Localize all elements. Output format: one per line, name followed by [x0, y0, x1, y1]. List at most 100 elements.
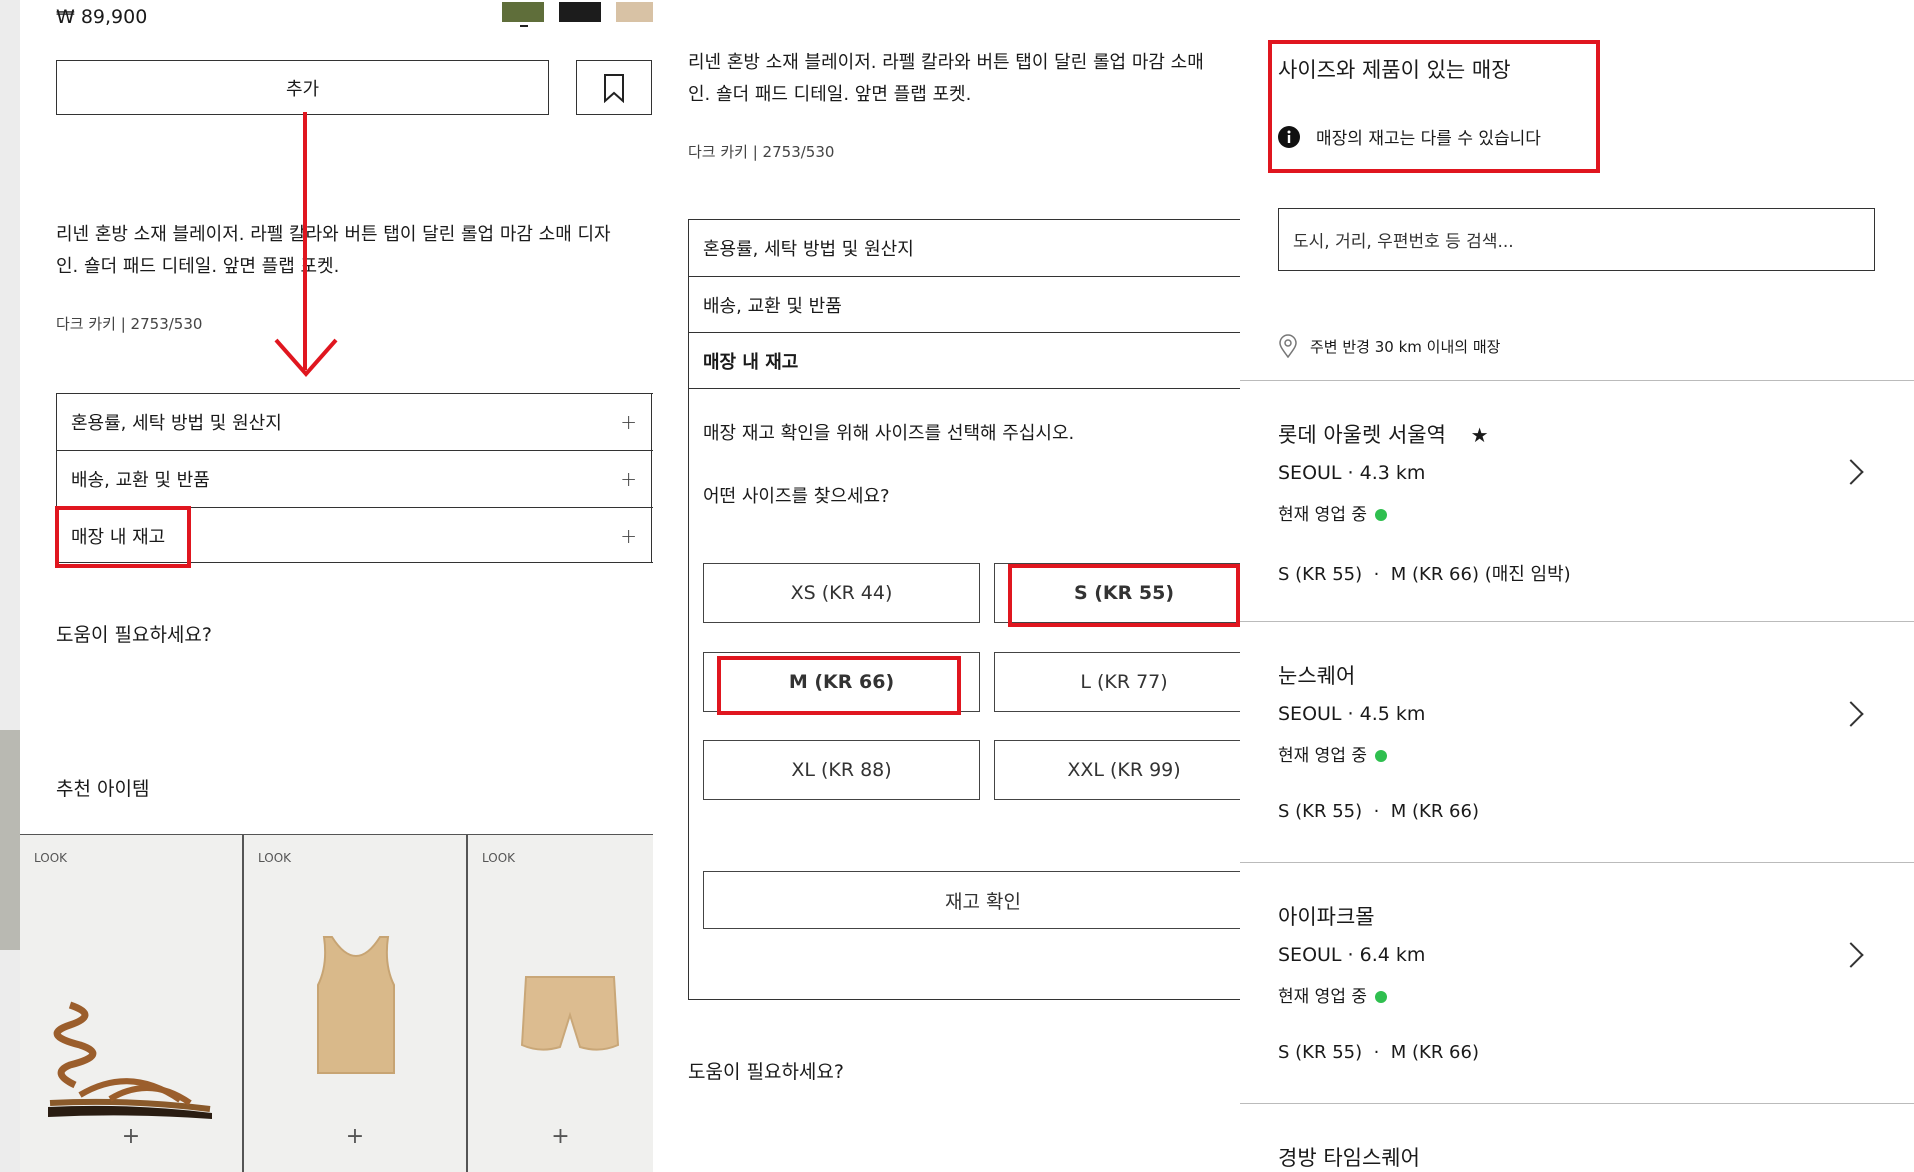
swatch-black[interactable]	[559, 2, 601, 22]
bookmark-button[interactable]	[576, 60, 652, 115]
plus-icon[interactable]: +	[551, 1124, 569, 1149]
size-xxl-button[interactable]: XXL (KR 99)	[994, 740, 1240, 800]
size-instruction: 매장 재고 확인을 위해 사이즈를 선택해 주십시오.	[703, 423, 1075, 444]
store-search-input[interactable]: 도시, 거리, 우편번호 등 검색...	[1278, 208, 1875, 271]
plus-icon: +	[620, 523, 637, 548]
card-look-label: LOOK	[482, 851, 516, 865]
store-open-row: 현재 영업 중	[1278, 741, 1388, 766]
accordion-store-stock-label: 매장 내 재고	[703, 351, 799, 373]
store-stock-divider	[689, 388, 1240, 389]
size-m-button[interactable]: M (KR 66)	[703, 652, 980, 712]
card-look-label: LOOK	[34, 851, 68, 865]
open-status-dot-icon	[1375, 991, 1388, 1003]
color-code: 다크 카키 | 2753/530	[688, 143, 835, 161]
size-xs-label: XS (KR 44)	[790, 582, 893, 604]
chevron-right-icon	[1838, 942, 1864, 968]
description-line-2: 인. 숄더 패드 디테일. 앞면 플랩 포켓.	[56, 256, 340, 277]
bookmark-icon	[604, 73, 624, 103]
open-label: 현재 영업 중	[1278, 505, 1368, 525]
accordion-right-border	[651, 393, 653, 563]
arrow-head-icon	[274, 338, 338, 378]
accordion-bottom-border	[689, 999, 1240, 1000]
size-s-label: S (KR 55)	[1073, 582, 1175, 604]
left-panel: ₩ 89,900 추가 리넨 혼방 소재 블레이저. 라펠 칼라와 버튼 탭이 …	[20, 0, 653, 1172]
store-search-placeholder: 도시, 거리, 우편번호 등 검색...	[1293, 232, 1514, 252]
size-l-label: L (KR 77)	[1080, 671, 1168, 693]
accordion-store-stock-label: 매장 내 재고	[71, 526, 166, 548]
plus-icon[interactable]: +	[122, 1124, 140, 1149]
store-item[interactable]: 경방 타임스퀘어	[1240, 1104, 1914, 1172]
size-m-label: M (KR 66)	[788, 671, 895, 693]
accordion-composition[interactable]: 혼용률, 세탁 방법 및 원산지	[689, 219, 1240, 276]
description-line-1: 리넨 혼방 소재 블레이저. 라펠 칼라와 버튼 탭이 달린 롤업 마감 소매	[688, 52, 1204, 73]
open-label: 현재 영업 중	[1278, 746, 1368, 766]
sandal-icon	[48, 1001, 212, 1119]
left-gray-strip-dark	[0, 730, 20, 950]
recommended-grid: LOOK + LOOK + LOOK +	[20, 834, 653, 1172]
store-name-row: 롯데 아울렛 서울역 ★	[1278, 419, 1489, 449]
arrow-line	[303, 112, 307, 370]
description-line-1: 리넨 혼방 소재 블레이저. 라펠 칼라와 버튼 탭이 달린 롤업 마감 소매 …	[56, 224, 611, 245]
size-question: 어떤 사이즈를 찾으세요?	[703, 486, 890, 507]
color-code: 다크 카키 | 2753/530	[56, 315, 203, 333]
store-name: 경방 타임스퀘어	[1278, 1146, 1420, 1170]
product-card-tank-top[interactable]: LOOK +	[244, 835, 466, 1172]
plus-icon: +	[620, 410, 637, 434]
add-button[interactable]: 추가	[56, 60, 549, 115]
chevron-right-icon	[1838, 701, 1864, 727]
store-sizes: S (KR 55) · M (KR 66)	[1278, 1042, 1479, 1063]
check-stock-button[interactable]: 재고 확인	[703, 871, 1240, 929]
accordion-composition-label: 혼용률, 세탁 방법 및 원산지	[703, 239, 914, 260]
accordion-shipping[interactable]: 배송, 교환 및 반품	[689, 276, 1240, 332]
accordion-shipping-label: 배송, 교환 및 반품	[71, 470, 210, 491]
product-card-shorts[interactable]: LOOK +	[468, 835, 653, 1172]
accordion-shipping[interactable]: 배송, 교환 및 반품 +	[57, 450, 653, 507]
size-xxl-label: XXL (KR 99)	[1067, 759, 1181, 781]
notice-text: 매장의 재고는 다를 수 있습니다	[1316, 129, 1541, 149]
store-name: 롯데 아울렛 서울역	[1278, 423, 1446, 447]
stores-title: 사이즈와 제품이 있는 매장	[1278, 58, 1511, 82]
store-city: SEOUL · 4.3 km	[1278, 462, 1426, 484]
size-xl-label: XL (KR 88)	[791, 759, 892, 781]
product-card-sandal[interactable]: LOOK +	[20, 835, 242, 1172]
accordion-composition[interactable]: 혼용률, 세탁 방법 및 원산지 +	[57, 393, 653, 450]
swatch-khaki-underline	[520, 25, 528, 27]
accordion: 혼용률, 세탁 방법 및 원산지 배송, 교환 및 반품 매장 내 재고 매장 …	[688, 219, 1240, 1000]
add-button-label: 추가	[285, 78, 320, 100]
store-open-row: 현재 영업 중	[1278, 500, 1388, 525]
size-s-button[interactable]: S (KR 55)	[994, 563, 1240, 623]
plus-icon[interactable]: +	[346, 1124, 364, 1149]
store-sizes: S (KR 55) · M (KR 66) (매진 임박)	[1278, 564, 1571, 585]
middle-panel: 리넨 혼방 소재 블레이저. 라펠 칼라와 버튼 탭이 달린 롤업 마감 소매 …	[688, 0, 1240, 1172]
check-stock-label: 재고 확인	[945, 890, 1021, 913]
location-pin-icon	[1279, 334, 1297, 358]
help-text[interactable]: 도움이 필요하세요?	[56, 620, 212, 647]
size-xl-button[interactable]: XL (KR 88)	[703, 740, 980, 800]
description-line-2: 인. 숄더 패드 디테일. 앞면 플랩 포켓.	[688, 84, 972, 105]
store-city: SEOUL · 6.4 km	[1278, 944, 1426, 966]
size-xs-button[interactable]: XS (KR 44)	[703, 563, 980, 623]
open-label: 현재 영업 중	[1278, 987, 1368, 1007]
store-item[interactable]: 눈스퀘어 SEOUL · 4.5 km 현재 영업 중 S (KR 55) · …	[1240, 622, 1914, 862]
accordion-composition-label: 혼용률, 세탁 방법 및 원산지	[71, 413, 282, 434]
store-item[interactable]: 아이파크몰 SEOUL · 6.4 km 현재 영업 중 S (KR 55) ·…	[1240, 863, 1914, 1103]
store-open-row: 현재 영업 중	[1278, 982, 1388, 1007]
store-city: SEOUL · 4.5 km	[1278, 703, 1426, 725]
accordion-store-stock[interactable]: 매장 내 재고	[689, 332, 1240, 388]
store-item[interactable]: 롯데 아울렛 서울역 ★ SEOUL · 4.3 km 현재 영업 중 S (K…	[1240, 381, 1914, 621]
size-l-button[interactable]: L (KR 77)	[994, 652, 1240, 712]
tank-top-icon	[317, 936, 395, 1074]
help-text[interactable]: 도움이 필요하세요?	[688, 1057, 844, 1084]
price: ₩ 89,900	[56, 6, 148, 28]
swatch-beige[interactable]	[616, 2, 653, 22]
swatch-khaki[interactable]	[502, 2, 544, 22]
star-icon: ★	[1470, 423, 1489, 447]
right-panel: 사이즈와 제품이 있는 매장 매장의 재고는 다를 수 있습니다 도시, 거리,…	[1240, 0, 1914, 1172]
plus-icon: +	[620, 467, 637, 491]
radius-text: 주변 반경 30 km 이내의 매장	[1310, 337, 1501, 356]
store-name: 눈스퀘어	[1278, 664, 1356, 688]
radius-row: 주변 반경 30 km 이내의 매장	[1278, 334, 1500, 358]
accordion-store-stock[interactable]: 매장 내 재고 +	[57, 507, 653, 563]
shorts-icon	[520, 976, 620, 1051]
store-name: 아이파크몰	[1278, 905, 1375, 929]
